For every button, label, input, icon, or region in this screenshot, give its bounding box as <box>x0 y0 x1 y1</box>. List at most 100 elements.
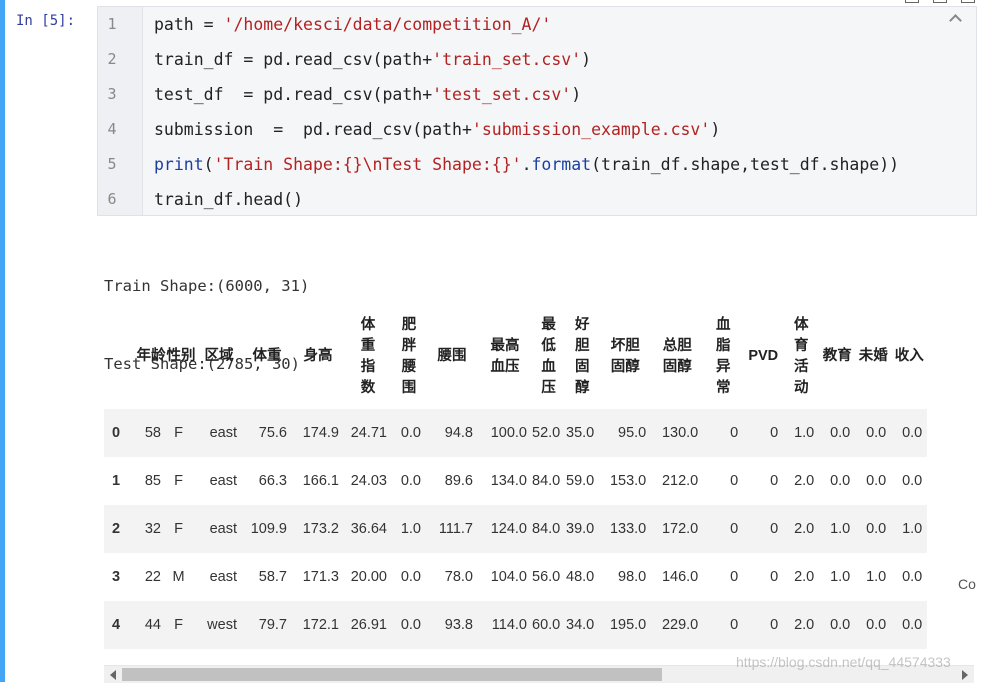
line-number: 5 <box>107 155 117 173</box>
code-editor[interactable]: 1 path = '/home/kesci/data/competition_A/… <box>97 6 977 216</box>
table-cell: 212.0 <box>661 473 699 489</box>
code-line[interactable]: 5 print('Train Shape:{}\nTest Shape:{}'.f… <box>98 147 976 182</box>
table-cell: 114.0 <box>491 617 527 633</box>
code-line[interactable]: 2 train_df = pd.read_csv(path+'train_set.… <box>98 42 976 77</box>
table-cell: 24.71 <box>350 425 387 441</box>
table-cell: 44 <box>144 617 161 633</box>
code-line[interactable]: 6 train_df.head() <box>98 182 976 217</box>
table-cell: 0 <box>730 569 739 585</box>
table-cell: 0.0 <box>902 425 923 441</box>
table-cell: 0 <box>730 473 739 489</box>
column-header: 年龄 <box>136 348 166 364</box>
table-cell: 56.0 <box>532 569 561 585</box>
code-text: train_df = pd.read_csv(path+'train_set.c… <box>154 50 592 69</box>
table-cell: 34.0 <box>566 617 595 633</box>
table-cell: 0.0 <box>400 425 421 441</box>
table-cell: 166.1 <box>302 473 339 489</box>
column-header: 坏胆固醇 <box>610 337 640 375</box>
code-line[interactable]: 1 path = '/home/kesci/data/competition_A/… <box>98 7 976 42</box>
table-cell: 171.3 <box>302 569 339 585</box>
column-header: 体重 <box>252 348 282 364</box>
toolbar-icon[interactable] <box>961 0 975 3</box>
table-cell: 100.0 <box>490 425 527 441</box>
table-cell: 0.0 <box>830 425 851 441</box>
column-header: 好胆固醇 <box>574 316 590 396</box>
table-cell: 89.6 <box>444 473 473 489</box>
table-cell: east <box>209 569 237 585</box>
table-cell: 95.0 <box>618 425 647 441</box>
table-cell: 66.3 <box>258 473 287 489</box>
table-cell: 20.00 <box>350 569 387 585</box>
column-header: 未婚 <box>858 348 888 364</box>
line-number: 6 <box>107 190 117 208</box>
table-cell: 0 <box>770 425 779 441</box>
table-cell: 39.0 <box>566 521 595 537</box>
table-row: 3 22 Meast 58.7 171.3 20.00 0.0 78.0 104.0 56.0 48… <box>104 553 927 601</box>
table-cell: 84.0 <box>532 521 561 537</box>
column-header: 体重指数 <box>360 316 376 396</box>
table-cell: 85 <box>144 473 161 489</box>
table-cell: 58 <box>144 425 161 441</box>
table-cell: 0 <box>770 617 779 633</box>
table-cell: 1.0 <box>866 569 887 585</box>
table-cell: 0 <box>730 425 739 441</box>
table-cell: F <box>174 425 183 441</box>
table-cell: 104.0 <box>490 569 527 585</box>
table-cell: 93.8 <box>444 617 473 633</box>
table-cell: 1.0 <box>830 569 851 585</box>
input-prompt: In [5]: <box>16 13 76 29</box>
table-cell: 0.0 <box>902 473 923 489</box>
table-cell: M <box>172 569 185 585</box>
table-cell: 0 <box>730 521 739 537</box>
table-cell: 36.64 <box>350 521 387 537</box>
table-cell: 1.0 <box>400 521 421 537</box>
table-cell: 111.7 <box>438 521 473 537</box>
code-text: submission = pd.read_csv(path+'submissio… <box>154 120 721 139</box>
scroll-left-icon[interactable] <box>110 670 116 680</box>
row-index: 4 <box>112 617 121 633</box>
table-cell: 1.0 <box>830 521 851 537</box>
table-cell: 35.0 <box>566 425 595 441</box>
table-cell: 75.6 <box>258 425 287 441</box>
line-number: 3 <box>107 85 117 103</box>
code-text: path = '/home/kesci/data/competition_A/' <box>154 15 552 34</box>
table-row: 4 44 Fwest 79.7 172.1 26.91 0.0 93.8 114.0 60.0 34… <box>104 601 928 649</box>
column-header: 腰围 <box>437 348 467 364</box>
table-cell: 0 <box>770 521 779 537</box>
table-cell: 78.0 <box>444 569 473 585</box>
table-cell: 0.0 <box>866 425 887 441</box>
truncated-text: Co <box>958 576 976 592</box>
table-cell: 2.0 <box>794 617 815 633</box>
table-cell: west <box>207 617 237 633</box>
column-header: 最高血压 <box>490 337 520 375</box>
code-line[interactable]: 4 submission = pd.read_csv(path+'submissi… <box>98 112 976 147</box>
table-cell: 0.0 <box>400 473 421 489</box>
column-header: PVD <box>748 348 779 364</box>
table-cell: F <box>174 473 183 489</box>
scroll-right-icon[interactable] <box>962 670 968 680</box>
table-row: 2 32 Feast 109.9 173.2 36.64 1.0 111.7 124.0 84.0… <box>104 505 928 553</box>
column-header: 教育 <box>822 348 852 364</box>
table-cell: 24.03 <box>350 473 387 489</box>
table-cell: 2.0 <box>794 521 815 537</box>
table-cell: 32 <box>144 521 161 537</box>
scrollbar-thumb[interactable] <box>122 668 662 681</box>
index-header <box>104 304 136 409</box>
table-cell: 172.0 <box>661 521 699 537</box>
toolbar-icon[interactable] <box>905 0 919 3</box>
code-text: train_df.head() <box>154 190 304 209</box>
column-header: 性别 <box>166 348 196 364</box>
table-row: 0 58 Feast 75.6 174.9 24.71 0.0 94.8 100.0 52.0 35… <box>104 409 928 457</box>
table-cell: F <box>174 617 183 633</box>
table-cell: 2.0 <box>794 569 815 585</box>
table-cell: 0.0 <box>400 617 421 633</box>
code-text: print('Train Shape:{}\nTest Shape:{}'.fo… <box>154 155 900 174</box>
table-cell: 134.0 <box>490 473 527 489</box>
column-header: 身高 <box>303 348 333 364</box>
collapse-icon[interactable] <box>948 11 962 25</box>
table-cell: 59.0 <box>566 473 595 489</box>
code-line[interactable]: 3 test_df = pd.read_csv(path+'test_set.cs… <box>98 77 976 112</box>
table-cell: 130.0 <box>661 425 699 441</box>
dataframe-output: 年龄 性别 区域 体重 身高 体重指数 肥胖腰围 腰围 最高血压 最低血压 好胆固醇 坏胆固醇 总胆固醇… <box>104 300 974 652</box>
toolbar-icon[interactable] <box>933 0 947 3</box>
